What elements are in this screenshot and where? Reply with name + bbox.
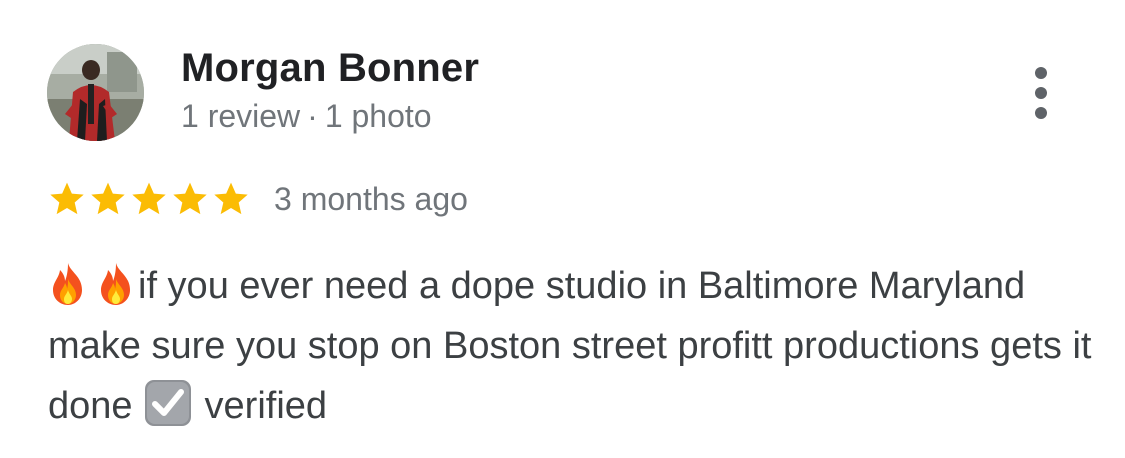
author-name[interactable]: Morgan Bonner <box>181 46 479 91</box>
meta-separator: · <box>307 98 318 134</box>
review-count: 1 review <box>181 98 301 134</box>
author-meta: 1 review · 1 photo <box>181 98 432 135</box>
star-icon <box>173 182 207 215</box>
star-icon <box>132 182 166 215</box>
rating-row: 3 months ago <box>47 178 468 220</box>
review-text: if you ever need a dope studio in Baltim… <box>48 256 1098 436</box>
author-avatar[interactable] <box>47 44 144 141</box>
star-icon <box>91 182 125 215</box>
star-rating <box>47 179 252 219</box>
photo-count: 1 photo <box>324 98 432 134</box>
review-date: 3 months ago <box>274 180 468 217</box>
review-card: Morgan Bonner 1 review · 1 photo 3 months … <box>0 0 1125 458</box>
check-box-emoji-icon <box>143 378 193 428</box>
review-text-verified: verified <box>204 385 328 427</box>
fire-emoji-icon <box>96 262 136 306</box>
fire-emoji-icon <box>48 262 88 306</box>
star-icon <box>50 182 84 215</box>
vertical-ellipsis-icon <box>1035 67 1047 119</box>
star-icon <box>214 182 248 215</box>
avatar-photo <box>47 44 144 141</box>
more-options-button[interactable] <box>1018 60 1064 126</box>
